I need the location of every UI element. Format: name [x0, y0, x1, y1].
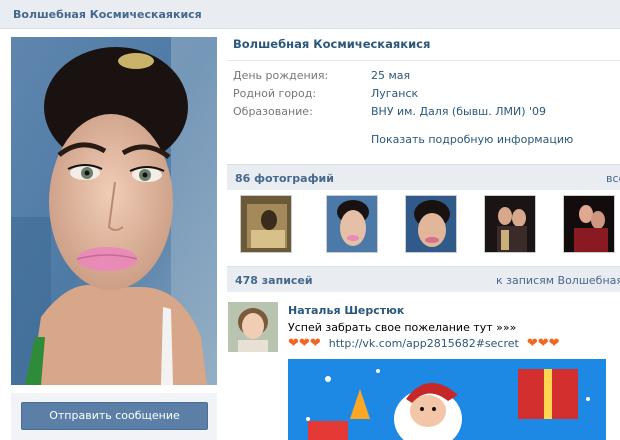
send-message-button[interactable]: Отправить сообщение — [21, 402, 208, 430]
heart-icon: ❤ — [298, 335, 310, 351]
wall-posts-link[interactable]: к записям Волшебная — [496, 274, 620, 287]
wall-header: 478 записей к записям Волшебная — [227, 266, 620, 292]
info-value-hometown[interactable]: Луганск — [371, 87, 418, 100]
heart-icon: ❤ — [526, 335, 538, 351]
photo-thumbnail[interactable] — [405, 195, 457, 253]
wall-count[interactable]: 478 записей — [235, 274, 313, 287]
photo-thumbnail[interactable] — [563, 195, 615, 253]
top-bar: Волшебная Космическаякися — [0, 0, 620, 29]
post-image[interactable] — [288, 359, 606, 440]
post-author-avatar[interactable] — [228, 302, 278, 352]
info-label-hometown: Родной город: — [233, 87, 317, 100]
photos-all-link[interactable]: все — [606, 172, 620, 185]
post-link-line: ❤ ❤ ❤ http://vk.com/app2815682#secret ❤ … — [288, 335, 560, 351]
page-title: Волшебная Космическаякися — [13, 8, 202, 21]
profile-name: Волшебная Космическаякися — [233, 37, 431, 51]
post-author-name[interactable]: Наталья Шерстюк — [288, 304, 404, 317]
info-value-education[interactable]: ВНУ им. Даля (бывш. ЛМИ) '09 — [371, 105, 546, 118]
show-more-info-link[interactable]: Показать подробную информацию — [371, 133, 573, 146]
post-text: Успей забрать свое пожелание тут »»» — [288, 321, 517, 334]
message-panel: Отправить сообщение — [11, 393, 217, 440]
photos-count[interactable]: 86 фотографий — [235, 172, 334, 185]
divider — [227, 60, 620, 61]
profile-photo[interactable] — [11, 37, 217, 385]
info-value-birthday[interactable]: 25 мая — [371, 69, 410, 82]
photo-thumbnail[interactable] — [240, 195, 292, 253]
heart-icon: ❤ — [548, 335, 560, 351]
heart-icon: ❤ — [537, 335, 549, 351]
post-app-link[interactable]: http://vk.com/app2815682#secret — [329, 337, 519, 350]
info-label-education: Образование: — [233, 105, 313, 118]
photo-thumbnail[interactable] — [326, 195, 378, 253]
photos-header: 86 фотографий все — [227, 164, 620, 190]
heart-icon: ❤ — [288, 335, 299, 351]
heart-icon: ❤ — [309, 335, 321, 351]
photo-thumbnail[interactable] — [484, 195, 536, 253]
info-label-birthday: День рождения: — [233, 69, 329, 82]
